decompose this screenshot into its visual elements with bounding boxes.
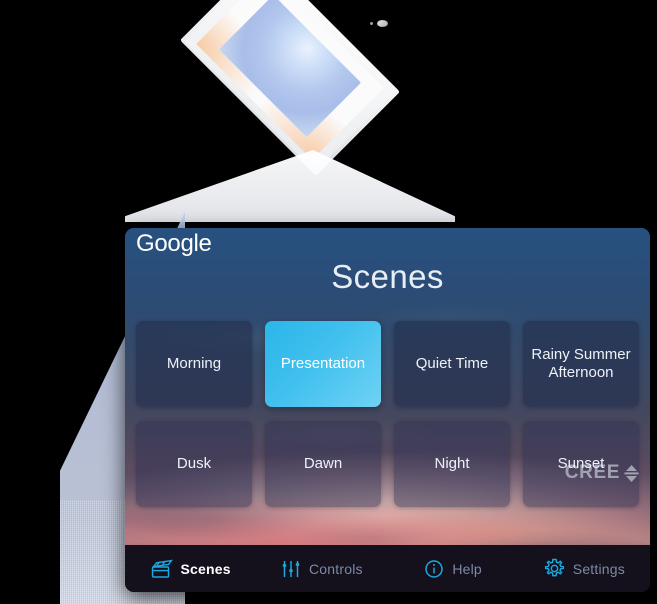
scene-tile-sunset[interactable]: Sunset: [523, 421, 639, 507]
info-circle-icon: [425, 559, 444, 578]
sliders-icon: [282, 560, 300, 577]
google-wordmark: Google: [136, 230, 212, 257]
screenshot-stage: CREE Scenes Morning Presentation Quiet T…: [0, 0, 657, 604]
scene-tile-dusk[interactable]: Dusk: [136, 421, 252, 507]
bottom-navigation-bar: Scenes Controls Help Settings: [125, 545, 650, 592]
scene-tile-dawn[interactable]: Dawn: [265, 421, 381, 507]
scene-tile-grid: Morning Presentation Quiet Time Rainy Su…: [136, 321, 639, 507]
panel-warm-glow: [196, 0, 384, 160]
page-title: Scenes: [331, 258, 444, 295]
scene-tile-quiet-time[interactable]: Quiet Time: [394, 321, 510, 407]
panel-frame: [180, 0, 400, 176]
nav-item-help[interactable]: Help: [388, 545, 519, 592]
nav-item-controls[interactable]: Controls: [256, 545, 387, 592]
panel-blue-diffuser: [218, 0, 362, 138]
nav-item-scenes[interactable]: Scenes: [125, 545, 256, 592]
nav-label-controls: Controls: [309, 560, 363, 577]
scene-tile-presentation[interactable]: Presentation: [265, 321, 381, 407]
sensor-led-icon: [370, 22, 373, 25]
scene-tile-morning[interactable]: Morning: [136, 321, 252, 407]
scene-tile-rainy-summer-afternoon[interactable]: Rainy Summer Afternoon: [523, 321, 639, 407]
clapperboard-icon: [151, 559, 173, 578]
scene-tile-night[interactable]: Night: [394, 421, 510, 507]
ceiling-light-panel: [90, 0, 490, 236]
gear-icon: [544, 558, 564, 577]
nav-item-settings[interactable]: Settings: [519, 545, 650, 592]
nav-label-settings: Settings: [572, 560, 625, 577]
panel-frame-inner: [184, 0, 396, 172]
nav-label-scenes: Scenes: [180, 560, 231, 577]
nav-label-help: Help: [452, 560, 482, 577]
tablet-screen: CREE Scenes Morning Presentation Quiet T…: [125, 228, 650, 592]
occupancy-sensor-icon: [377, 20, 388, 27]
